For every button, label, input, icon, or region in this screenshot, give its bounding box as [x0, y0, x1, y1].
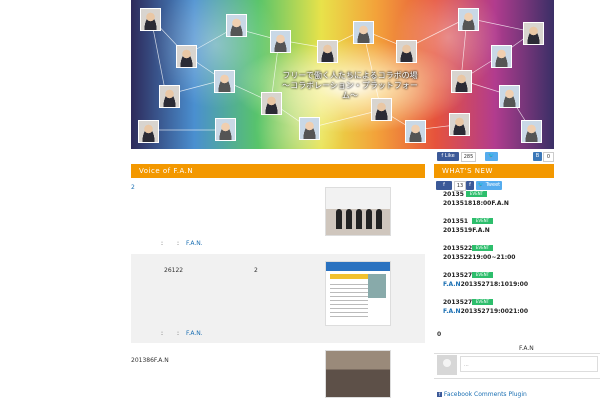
member-photo: [159, 85, 180, 108]
event-date-2: 201351: [443, 218, 469, 225]
event-badge-2: EVENT: [472, 218, 493, 224]
banner-tagline: フリーで働く人たちによるコラボの場 〜コラボレーション・プラットフォーム〜: [277, 71, 423, 101]
facebook-like-button[interactable]: f Like: [437, 152, 459, 161]
post-excerpt-2: 26122: [164, 267, 184, 274]
event-title-5[interactable]: F.A.N201352719:0021:00: [443, 308, 528, 315]
tagline-line-2: 〜コラボレーション・プラットフォーム〜: [282, 81, 418, 100]
tagline-line-1: フリーで働く人たちによるコラボの場: [282, 71, 418, 80]
member-photo: [353, 21, 374, 44]
member-photo: [299, 117, 320, 140]
post-author-link-1[interactable]: F.A.N.: [186, 240, 203, 247]
event-badge-5: EVENT: [472, 299, 493, 305]
event-date-1: 20135: [443, 191, 464, 198]
member-photo: [396, 40, 417, 63]
member-photo: [458, 8, 479, 31]
member-photo: [215, 118, 236, 141]
member-photo: [491, 45, 512, 68]
post-meta-sep-1b: :: [177, 240, 180, 247]
member-photo: [226, 14, 247, 37]
share-count: 0: [543, 152, 554, 162]
whats-new-header: WHAT'S NEW: [434, 164, 554, 178]
member-photo: [140, 8, 161, 31]
comment-input[interactable]: ...: [460, 356, 598, 372]
member-photo: [449, 113, 470, 136]
post-meta-sep-2: :: [161, 330, 164, 337]
comments-count: 0: [437, 331, 442, 338]
event-badge-1: EVENT: [466, 191, 487, 197]
member-photo: [371, 98, 392, 121]
bookmark-icon: B: [535, 153, 540, 159]
voice-of-fan-header: Voice of F.A.N: [131, 164, 425, 178]
member-photo: [405, 120, 426, 143]
twitter-bird-icon: 🐦: [477, 182, 486, 188]
bookmark-button[interactable]: B: [533, 152, 542, 161]
event-title-1[interactable]: 201351818:00F.A.N: [443, 200, 509, 207]
member-photo: [270, 30, 291, 53]
tweet-button-2[interactable]: 🐦 Tweet: [476, 181, 502, 190]
twitter-bird-icon: 🐦: [488, 153, 495, 159]
facebook-square-icon[interactable]: f: [466, 181, 474, 190]
event-date-5: 2013527: [443, 299, 473, 306]
event-badge-3: EVENT: [472, 245, 493, 251]
post-excerpt-1[interactable]: 2: [131, 184, 135, 191]
member-photo: [521, 120, 542, 143]
post-thumbnail-1[interactable]: [325, 187, 391, 236]
post-thumbnail-2[interactable]: [325, 261, 391, 326]
tweet-button[interactable]: 🐦: [485, 152, 498, 161]
member-photo: [214, 70, 235, 93]
post-meta-sep-2b: :: [177, 330, 180, 337]
post-excerpt-3: 201386F.A.N: [131, 357, 169, 364]
facebook-share-button[interactable]: f: [436, 181, 452, 190]
facebook-like-count: 285: [461, 152, 476, 162]
member-photo: [451, 70, 472, 93]
avatar: [437, 355, 457, 375]
member-photo: [523, 22, 544, 45]
event-date-4: 2013527: [443, 272, 473, 279]
section-title: Voice of F.A.N: [139, 167, 194, 175]
small-like-count: 13: [454, 181, 466, 191]
event-title-2[interactable]: 2013519F.A.N: [443, 227, 490, 234]
event-title-4[interactable]: F.A.N201352718:1019:00: [443, 281, 528, 288]
event-title-3[interactable]: 201352219:00~21:00: [443, 254, 515, 261]
event-date-3: 2013522: [443, 245, 473, 252]
facebook-icon: f: [437, 392, 442, 397]
member-photo: [499, 85, 520, 108]
member-photo: [138, 120, 159, 143]
member-photo: [317, 40, 338, 63]
member-photo: [176, 45, 197, 68]
post-meta-sep-1: :: [161, 240, 164, 247]
comment-user-name: F.A.N: [519, 345, 534, 352]
facebook-icon: f: [443, 182, 445, 188]
header-banner: フリーで働く人たちによるコラボの場 〜コラボレーション・プラットフォーム〜: [131, 0, 554, 149]
post-excerpt-2-num: 2: [254, 267, 258, 274]
comments-plugin-link[interactable]: f Facebook Comments Plugin: [437, 391, 527, 398]
whats-new-title: WHAT'S NEW: [442, 167, 493, 175]
post-thumbnail-3[interactable]: [325, 350, 391, 398]
event-badge-4: EVENT: [472, 272, 493, 278]
post-author-link-2[interactable]: F.A.N.: [186, 330, 203, 337]
